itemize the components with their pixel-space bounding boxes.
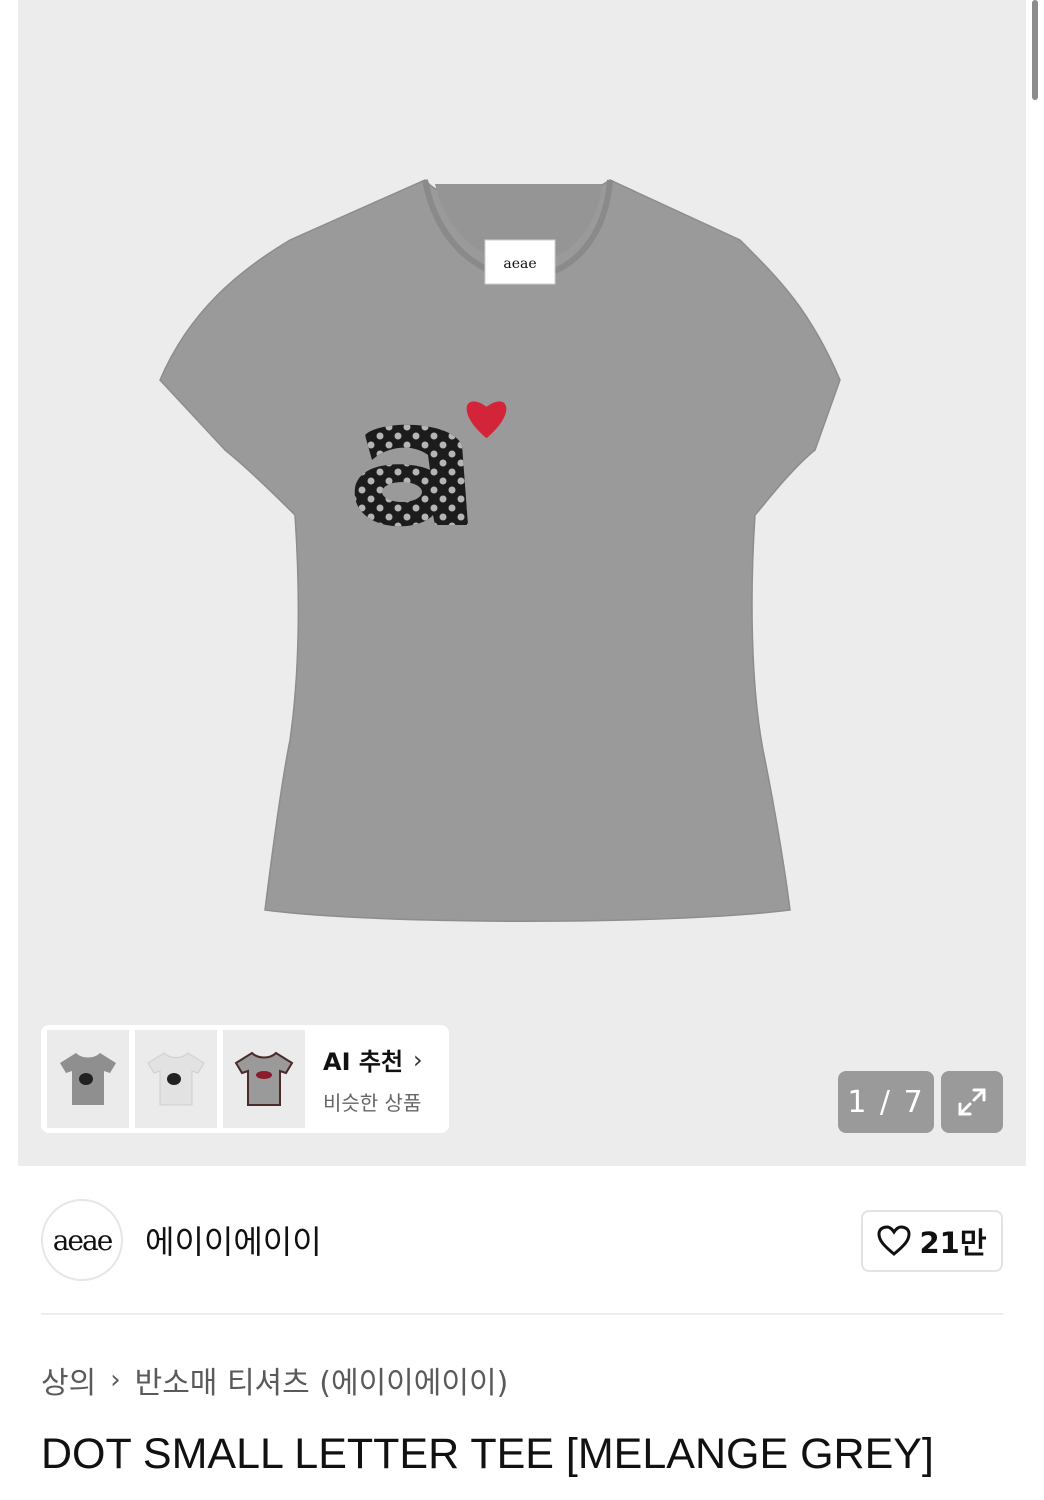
product-image[interactable]: aeae [150, 170, 910, 930]
like-button[interactable]: 21만 [861, 1210, 1003, 1272]
ai-recommend-title: AI 추천 › [323, 1042, 423, 1077]
chevron-right-icon: › [413, 1045, 423, 1074]
similar-thumb-1[interactable] [47, 1030, 129, 1128]
brand-row[interactable]: aeae 에이이에이이 21만 [41, 1198, 1003, 1282]
neck-label: aeae [484, 239, 556, 285]
ai-recommend-title-text: AI 추천 [323, 1048, 404, 1076]
breadcrumb-subcategory[interactable]: 반소매 티셔츠 (에이이에이이) [135, 1358, 509, 1402]
image-counter: 1 / 7 [838, 1071, 934, 1133]
divider [41, 1313, 1003, 1315]
brand-name[interactable]: 에이이에이이 [145, 1217, 322, 1263]
neck-label-text: aeae [503, 256, 536, 272]
like-count: 21만 [919, 1226, 987, 1260]
heart-icon [877, 1225, 911, 1256]
product-title: DOT SMALL LETTER TEE [MELANGE GREY] [41, 1430, 934, 1478]
ringer-tshirt-thumb-icon [234, 1051, 294, 1106]
expand-icon [958, 1088, 986, 1116]
expand-button[interactable] [941, 1071, 1003, 1133]
similar-thumb-3[interactable] [223, 1030, 305, 1128]
product-gallery[interactable]: aeae AI 추천 › 비슷한 상품 1 / 7 [0, 0, 1044, 1166]
dotted-a-logo [354, 424, 468, 527]
tshirt-thumb-icon [60, 1053, 116, 1105]
gallery-right-margin [1026, 0, 1044, 1166]
ai-recommend-subtitle: 비슷한 상품 [323, 1091, 422, 1115]
gallery-left-margin [0, 0, 18, 1166]
breadcrumb: 상의 › 반소매 티셔츠 (에이이에이이) [41, 1358, 508, 1402]
similar-thumb-2[interactable] [135, 1030, 217, 1128]
tshirt-thumb-icon [147, 1052, 205, 1106]
breadcrumb-category[interactable]: 상의 [41, 1358, 96, 1402]
scrollbar[interactable] [1032, 0, 1038, 100]
ai-recommend-card[interactable]: AI 추천 › 비슷한 상품 [41, 1025, 449, 1133]
brand-logo[interactable]: aeae [41, 1199, 123, 1281]
chevron-right-icon: › [110, 1365, 121, 1395]
